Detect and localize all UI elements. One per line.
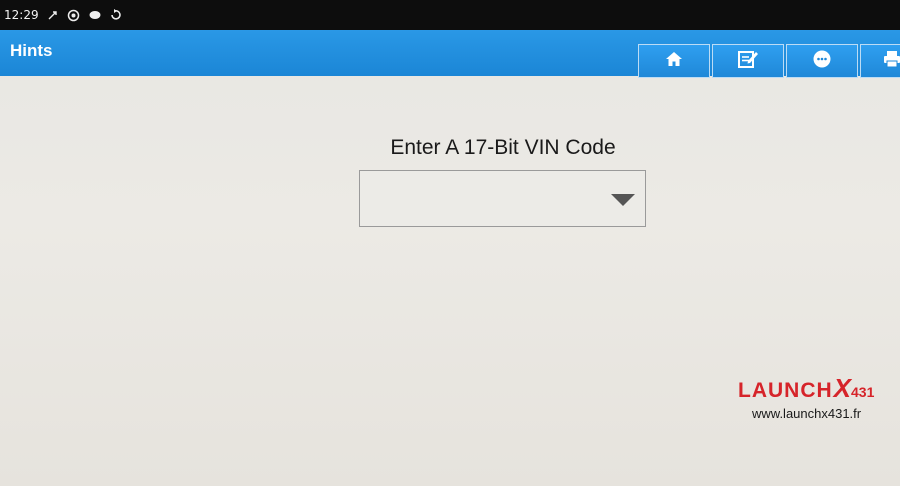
status-bar: 12:29 (0, 0, 900, 30)
refresh-icon (109, 9, 122, 21)
watermark-brand-number: 431 (851, 384, 875, 400)
chevron-down-icon[interactable] (611, 194, 635, 206)
home-icon (665, 50, 683, 72)
vin-prompt: Enter A 17-Bit VIN Code (390, 136, 616, 159)
watermark-brand: LAUNCH (738, 379, 833, 402)
print-icon (883, 50, 900, 72)
status-time: 12:29 (4, 8, 39, 22)
feedback-button[interactable] (786, 44, 858, 78)
watermark-logo: LAUNCH X 431 (738, 373, 888, 404)
sync-icon (67, 9, 80, 22)
home-button[interactable] (638, 44, 710, 78)
usb-icon (47, 9, 59, 21)
vin-code-select[interactable] (359, 170, 646, 227)
cloud-icon (88, 10, 101, 20)
print-button[interactable] (860, 44, 900, 78)
edit-report-icon (737, 49, 759, 73)
watermark: LAUNCH X 431 www.launchx431.fr (738, 373, 888, 421)
page-title: Hints (10, 41, 53, 60)
watermark-brand-x: X (833, 373, 851, 403)
chat-icon (812, 49, 832, 73)
report-button[interactable] (712, 44, 784, 78)
screen: 12:29 Hints Enter A 17-Bit VIN Code LAUN… (0, 0, 900, 486)
watermark-url: www.launchx431.fr (752, 406, 862, 421)
